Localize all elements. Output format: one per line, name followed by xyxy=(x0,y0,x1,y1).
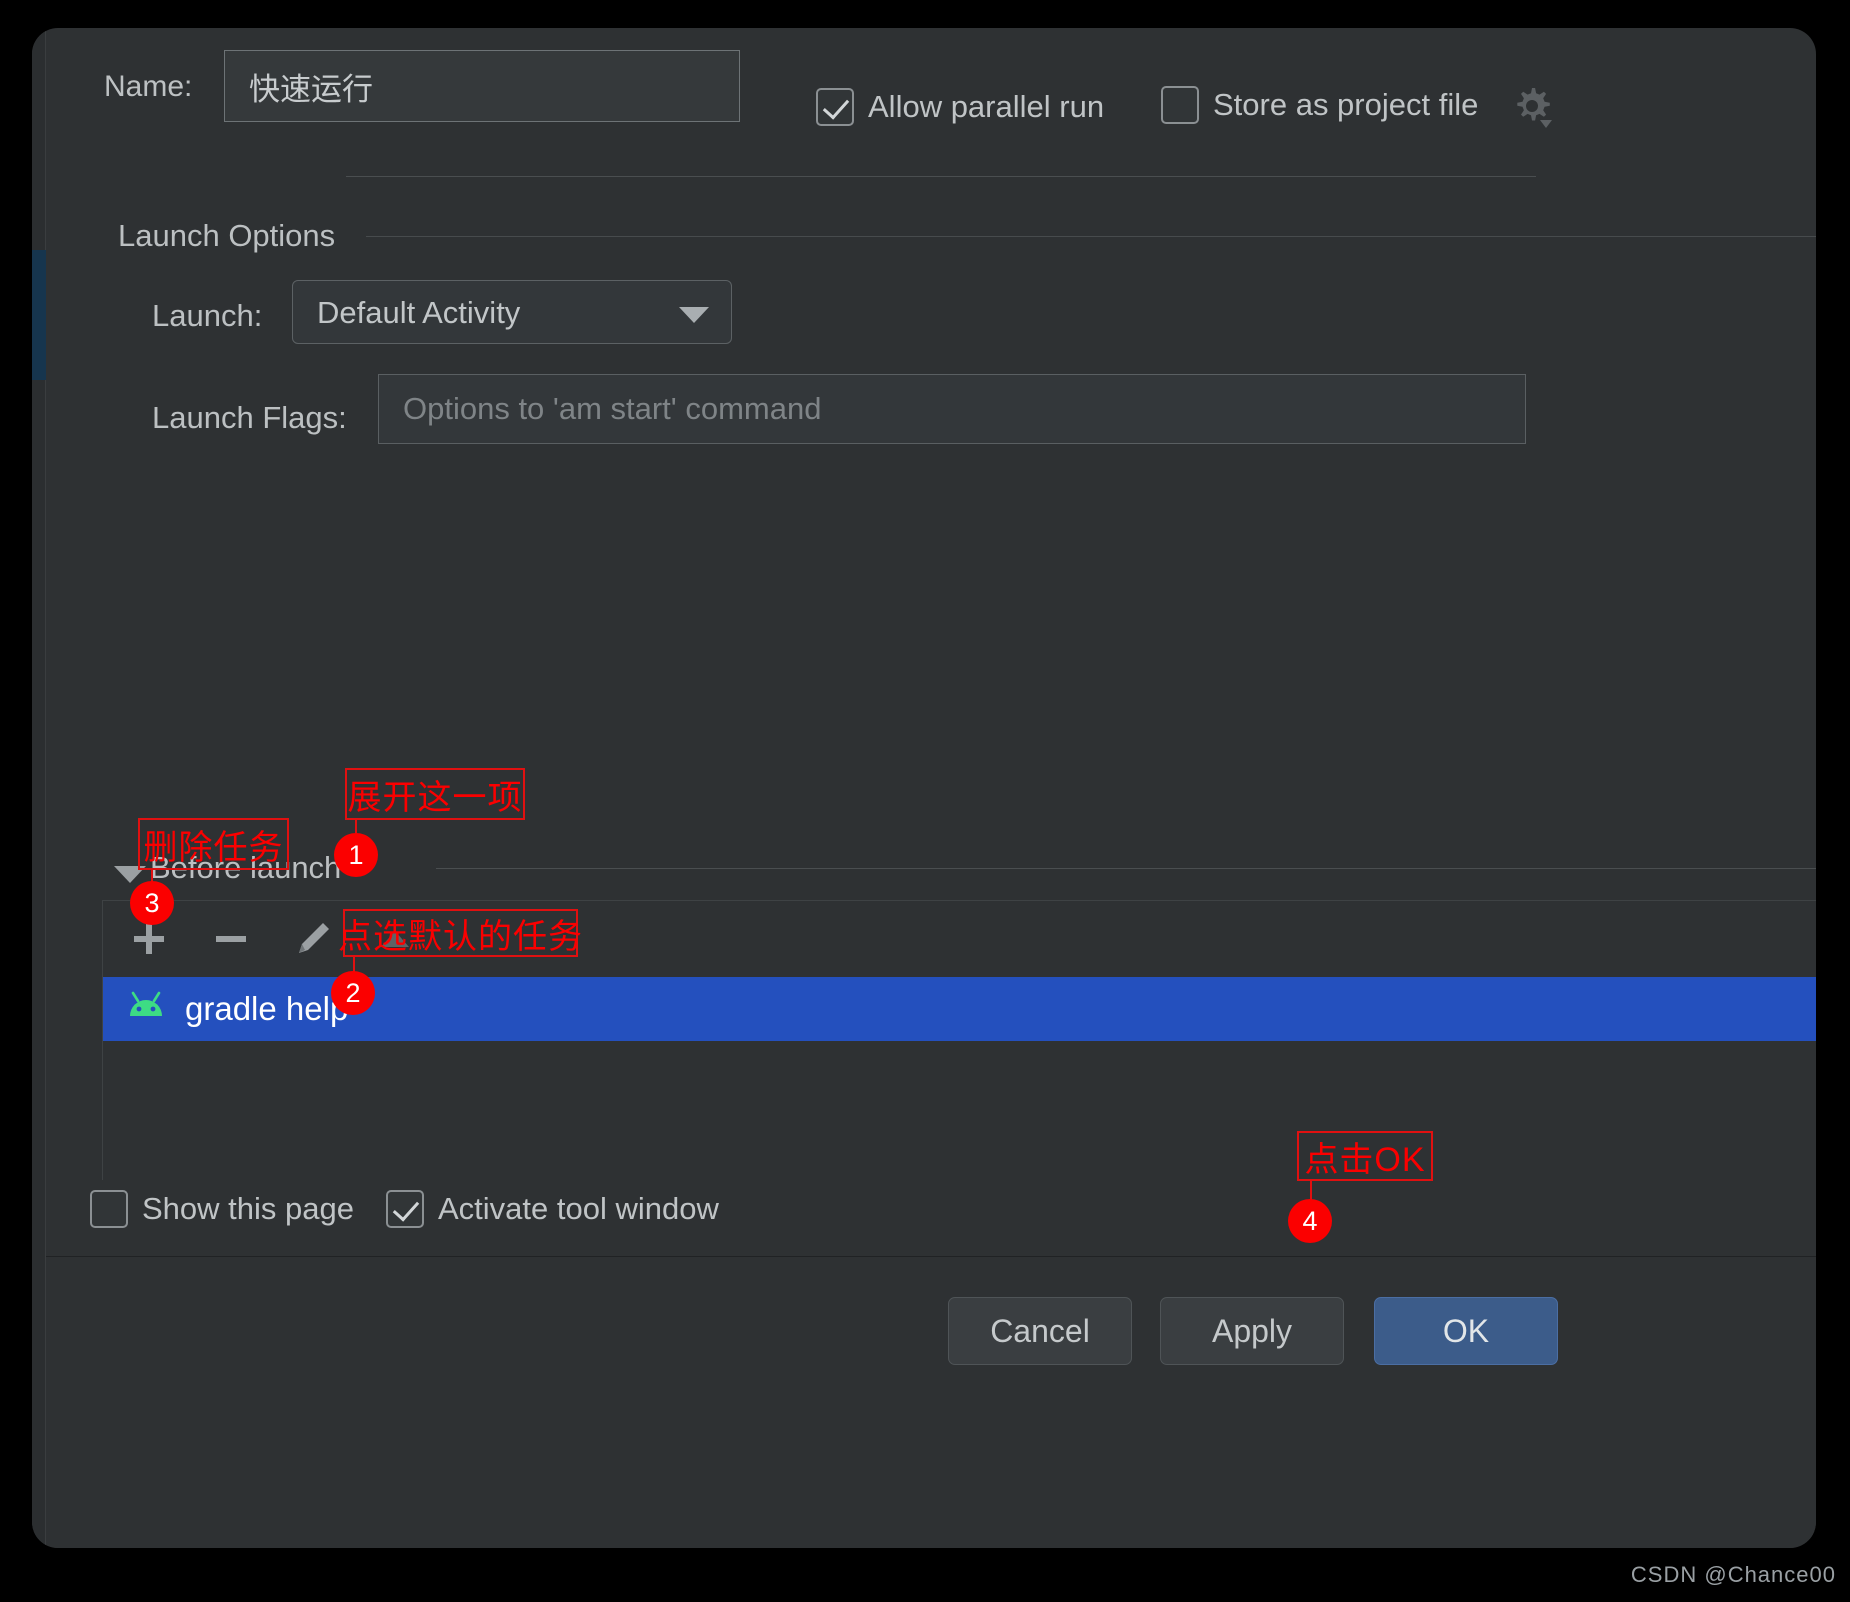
apply-button[interactable]: Apply xyxy=(1160,1297,1344,1365)
task-list-item-label: gradle help xyxy=(185,990,349,1027)
checkbox-box xyxy=(90,1190,128,1228)
annotation-label-2: 点选默认的任务 xyxy=(338,909,582,957)
ok-button[interactable]: OK xyxy=(1374,1297,1558,1365)
cancel-button[interactable]: Cancel xyxy=(948,1297,1132,1365)
launch-dropdown[interactable]: Default Activity xyxy=(292,280,732,344)
dialog-button-bar: Cancel Apply OK xyxy=(46,1257,1816,1548)
pencil-icon[interactable] xyxy=(289,915,337,963)
before-launch-divider xyxy=(436,868,1816,869)
chevron-down-icon xyxy=(679,307,709,323)
launch-dropdown-value: Default Activity xyxy=(317,295,521,330)
name-row: Name: Allow parallel run Store as projec… xyxy=(46,28,1816,144)
annotation-badge-1: 1 xyxy=(334,833,378,877)
show-this-page-checkbox[interactable]: Show this page xyxy=(90,1190,354,1228)
dialog-left-rail xyxy=(32,28,46,1548)
launch-options-group-line xyxy=(366,236,1816,237)
dialog-body: Name: Allow parallel run Store as projec… xyxy=(46,28,1816,1548)
annotation-badge-4: 4 xyxy=(1288,1199,1332,1243)
annotation-badge-2: 2 xyxy=(331,971,375,1015)
launch-flags-input[interactable] xyxy=(378,374,1526,444)
remove-icon[interactable] xyxy=(207,915,255,963)
store-as-project-file-checkbox[interactable]: Store as project file xyxy=(1161,86,1478,124)
gear-icon[interactable] xyxy=(1508,82,1556,130)
checkbox-box xyxy=(1161,86,1199,124)
left-rail-active-indicator xyxy=(32,250,46,380)
name-label: Name: xyxy=(104,70,193,103)
show-this-page-label: Show this page xyxy=(142,1191,354,1226)
android-robot-icon xyxy=(125,990,167,1029)
checkbox-box xyxy=(816,88,854,126)
watermark: CSDN @Chance00 xyxy=(1630,1562,1836,1587)
name-input[interactable] xyxy=(224,50,740,122)
allow-parallel-run-checkbox[interactable]: Allow parallel run xyxy=(816,88,1104,126)
header-divider xyxy=(346,176,1536,177)
screenshot-root: Name: Allow parallel run Store as projec… xyxy=(0,0,1850,1602)
store-as-project-file-label: Store as project file xyxy=(1213,87,1479,122)
annotation-label-4: 点击OK xyxy=(1297,1131,1433,1181)
checkbox-box xyxy=(386,1190,424,1228)
launch-options-group-title: Launch Options xyxy=(118,218,336,253)
allow-parallel-run-label: Allow parallel run xyxy=(868,89,1105,124)
activate-tool-window-label: Activate tool window xyxy=(438,1191,719,1226)
activate-tool-window-checkbox[interactable]: Activate tool window xyxy=(386,1190,719,1228)
annotation-label-1: 展开这一项 xyxy=(345,768,525,820)
annotation-label-3: 删除任务 xyxy=(138,818,289,870)
launch-label: Launch: xyxy=(152,298,263,333)
run-configuration-dialog: Name: Allow parallel run Store as projec… xyxy=(32,28,1816,1548)
annotation-badge-3: 3 xyxy=(130,881,174,925)
launch-flags-label: Launch Flags: xyxy=(152,400,347,435)
